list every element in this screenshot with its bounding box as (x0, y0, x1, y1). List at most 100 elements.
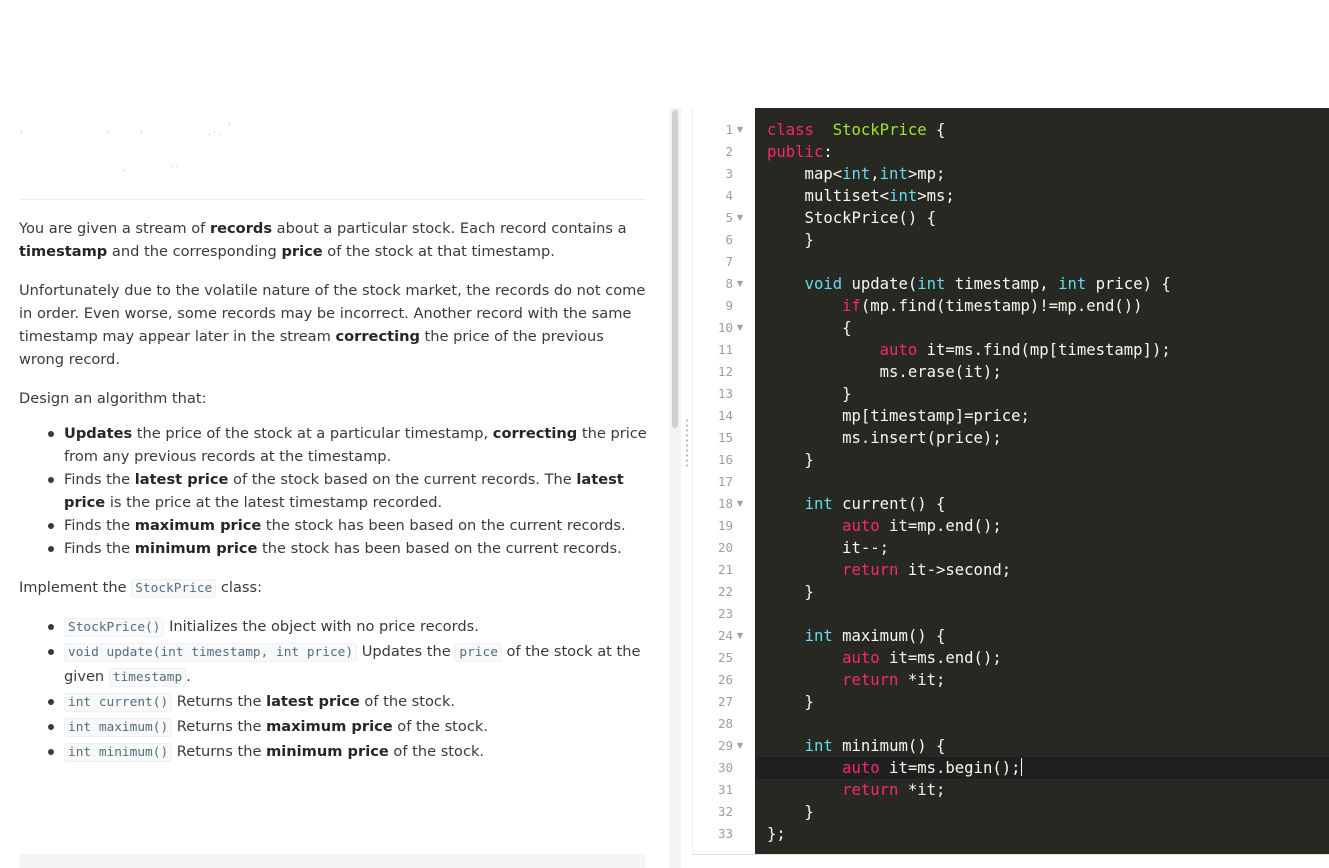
text: Initializes the object with no price rec… (164, 618, 479, 635)
faint-header-mark: . (123, 164, 128, 174)
code-line[interactable]: } (767, 383, 851, 405)
keyword-token: if (842, 297, 861, 315)
code-line[interactable]: StockPrice() { (767, 207, 936, 229)
keyword-token: return (842, 781, 899, 799)
keyword-token: auto (842, 517, 880, 535)
bold-text: Updates (64, 425, 133, 442)
faint-header-mark: . (106, 126, 111, 136)
line-number: 30 (717, 760, 733, 775)
code-line[interactable]: ms.erase(it); (767, 361, 1002, 383)
code-token: } (767, 451, 814, 469)
fold-toggle-icon[interactable]: ▼ (736, 493, 744, 515)
bold-text: price (281, 243, 323, 260)
header-divider (19, 199, 646, 200)
bold-text: maximum price (266, 718, 393, 735)
splitter-handle-icon[interactable] (686, 418, 688, 468)
code-area[interactable]: class StockPrice {public: map<int,int>mp… (755, 108, 1329, 854)
code-line[interactable]: }; (767, 823, 786, 845)
code-token: it=ms.end(); (879, 649, 1002, 667)
code-token: multiset< (767, 187, 890, 205)
code-line[interactable]: multiset<int>ms; (767, 185, 955, 207)
code-token: >mp; (907, 165, 946, 183)
code-token: it--; (767, 539, 890, 557)
code-line[interactable]: int maximum() { (767, 625, 946, 647)
type-token: int (804, 495, 833, 513)
code-line[interactable]: auto it=mp.end(); (767, 515, 1002, 537)
scrollbar-thumb[interactable] (672, 110, 678, 428)
code-line[interactable]: it--; (767, 537, 889, 559)
code-line[interactable]: int minimum() { (767, 735, 946, 757)
code-line[interactable]: public: (767, 141, 833, 163)
code-line[interactable]: mp[timestamp]=price; (767, 405, 1030, 427)
code-line[interactable]: } (767, 801, 814, 823)
list-item: Finds the latest price of the stock base… (19, 468, 649, 514)
code-line[interactable]: } (767, 229, 814, 251)
line-number: 26 (717, 672, 733, 687)
fold-toggle-icon[interactable]: ▼ (736, 273, 744, 295)
fold-toggle-icon[interactable]: ▼ (736, 317, 744, 339)
line-number: 4 (725, 188, 733, 203)
fold-toggle-icon[interactable]: ▼ (736, 119, 744, 141)
code-line[interactable]: auto it=ms.begin(); (767, 757, 1022, 779)
list-item: Finds the minimum price the stock has be… (19, 537, 649, 560)
panel-splitter[interactable] (682, 108, 692, 868)
code-line[interactable]: return *it; (767, 779, 945, 801)
list-item: Updates the price of the stock at a part… (19, 422, 649, 468)
code-token: price) { (1086, 275, 1171, 293)
line-number: 1 (725, 122, 733, 137)
code-line[interactable]: return it->second; (767, 559, 1011, 581)
code-line[interactable]: { (767, 317, 851, 339)
text: Returns the (172, 743, 267, 760)
code-token: : (823, 143, 833, 161)
code-line[interactable]: class StockPrice { (767, 119, 945, 141)
text: Finds the (64, 517, 135, 534)
line-number: 16 (717, 452, 733, 467)
fold-toggle-icon[interactable]: ▼ (736, 625, 744, 647)
implement-paragraph: Implement the StockPrice class: (19, 576, 649, 600)
line-number: 19 (717, 518, 733, 533)
code-token: (mp.find(timestamp)!=mp.end()) (860, 297, 1143, 315)
bold-text: latest price (266, 693, 360, 710)
text: You are given a stream of (19, 220, 210, 237)
code-line[interactable]: map<int,int>mp; (767, 163, 946, 185)
code-token: maximum() { (832, 627, 946, 645)
code-line[interactable]: void update(int timestamp, int price) { (767, 273, 1171, 295)
text: Returns the (172, 693, 267, 710)
code-line[interactable]: } (767, 449, 814, 471)
line-number: 27 (717, 694, 733, 709)
line-number: 23 (717, 606, 733, 621)
code-line[interactable]: ms.insert(price); (767, 427, 1002, 449)
text: of the stock based on the current record… (228, 471, 577, 488)
code-token: } (767, 803, 814, 821)
code-line[interactable]: } (767, 691, 814, 713)
line-number: 2 (725, 144, 733, 159)
text: the stock has been based on the current … (257, 540, 622, 557)
line-number: 5 (725, 210, 733, 225)
code-token: { (926, 121, 946, 139)
line-number: 18 (717, 496, 733, 511)
keyword-token: auto (879, 341, 918, 359)
code-line[interactable]: if(mp.find(timestamp)!=mp.end()) (767, 295, 1143, 317)
class-name-token: StockPrice (832, 121, 927, 139)
keyword-token: return (842, 561, 899, 579)
code-token: ms.erase(it); (767, 363, 1002, 381)
code-line[interactable]: } (767, 581, 814, 603)
code-line[interactable]: auto it=ms.end(); (767, 647, 1002, 669)
code-token: ms.insert(price); (767, 429, 1002, 447)
type-token: void (804, 275, 843, 293)
fold-toggle-icon[interactable]: ▼ (736, 735, 744, 757)
code-line[interactable]: auto it=ms.find(mp[timestamp]); (767, 339, 1171, 361)
code-editor[interactable]: 1 ▼ 2 3 4 5 ▼ 6 7 8 ▼ 9 10 ▼ 11 12 13 14 15 16 17 18 ▼ 19 20 21 22… (692, 108, 1329, 868)
text: of the stock. (392, 718, 488, 735)
fold-toggle-icon[interactable]: ▼ (736, 207, 744, 229)
code-line[interactable]: return *it; (767, 669, 945, 691)
inline-code: int maximum() (64, 718, 173, 737)
code-line[interactable]: int current() { (767, 493, 946, 515)
text: Finds the (64, 471, 135, 488)
code-token: current() { (832, 495, 946, 513)
text: and the corresponding (107, 243, 282, 260)
type-token: int (804, 737, 833, 755)
